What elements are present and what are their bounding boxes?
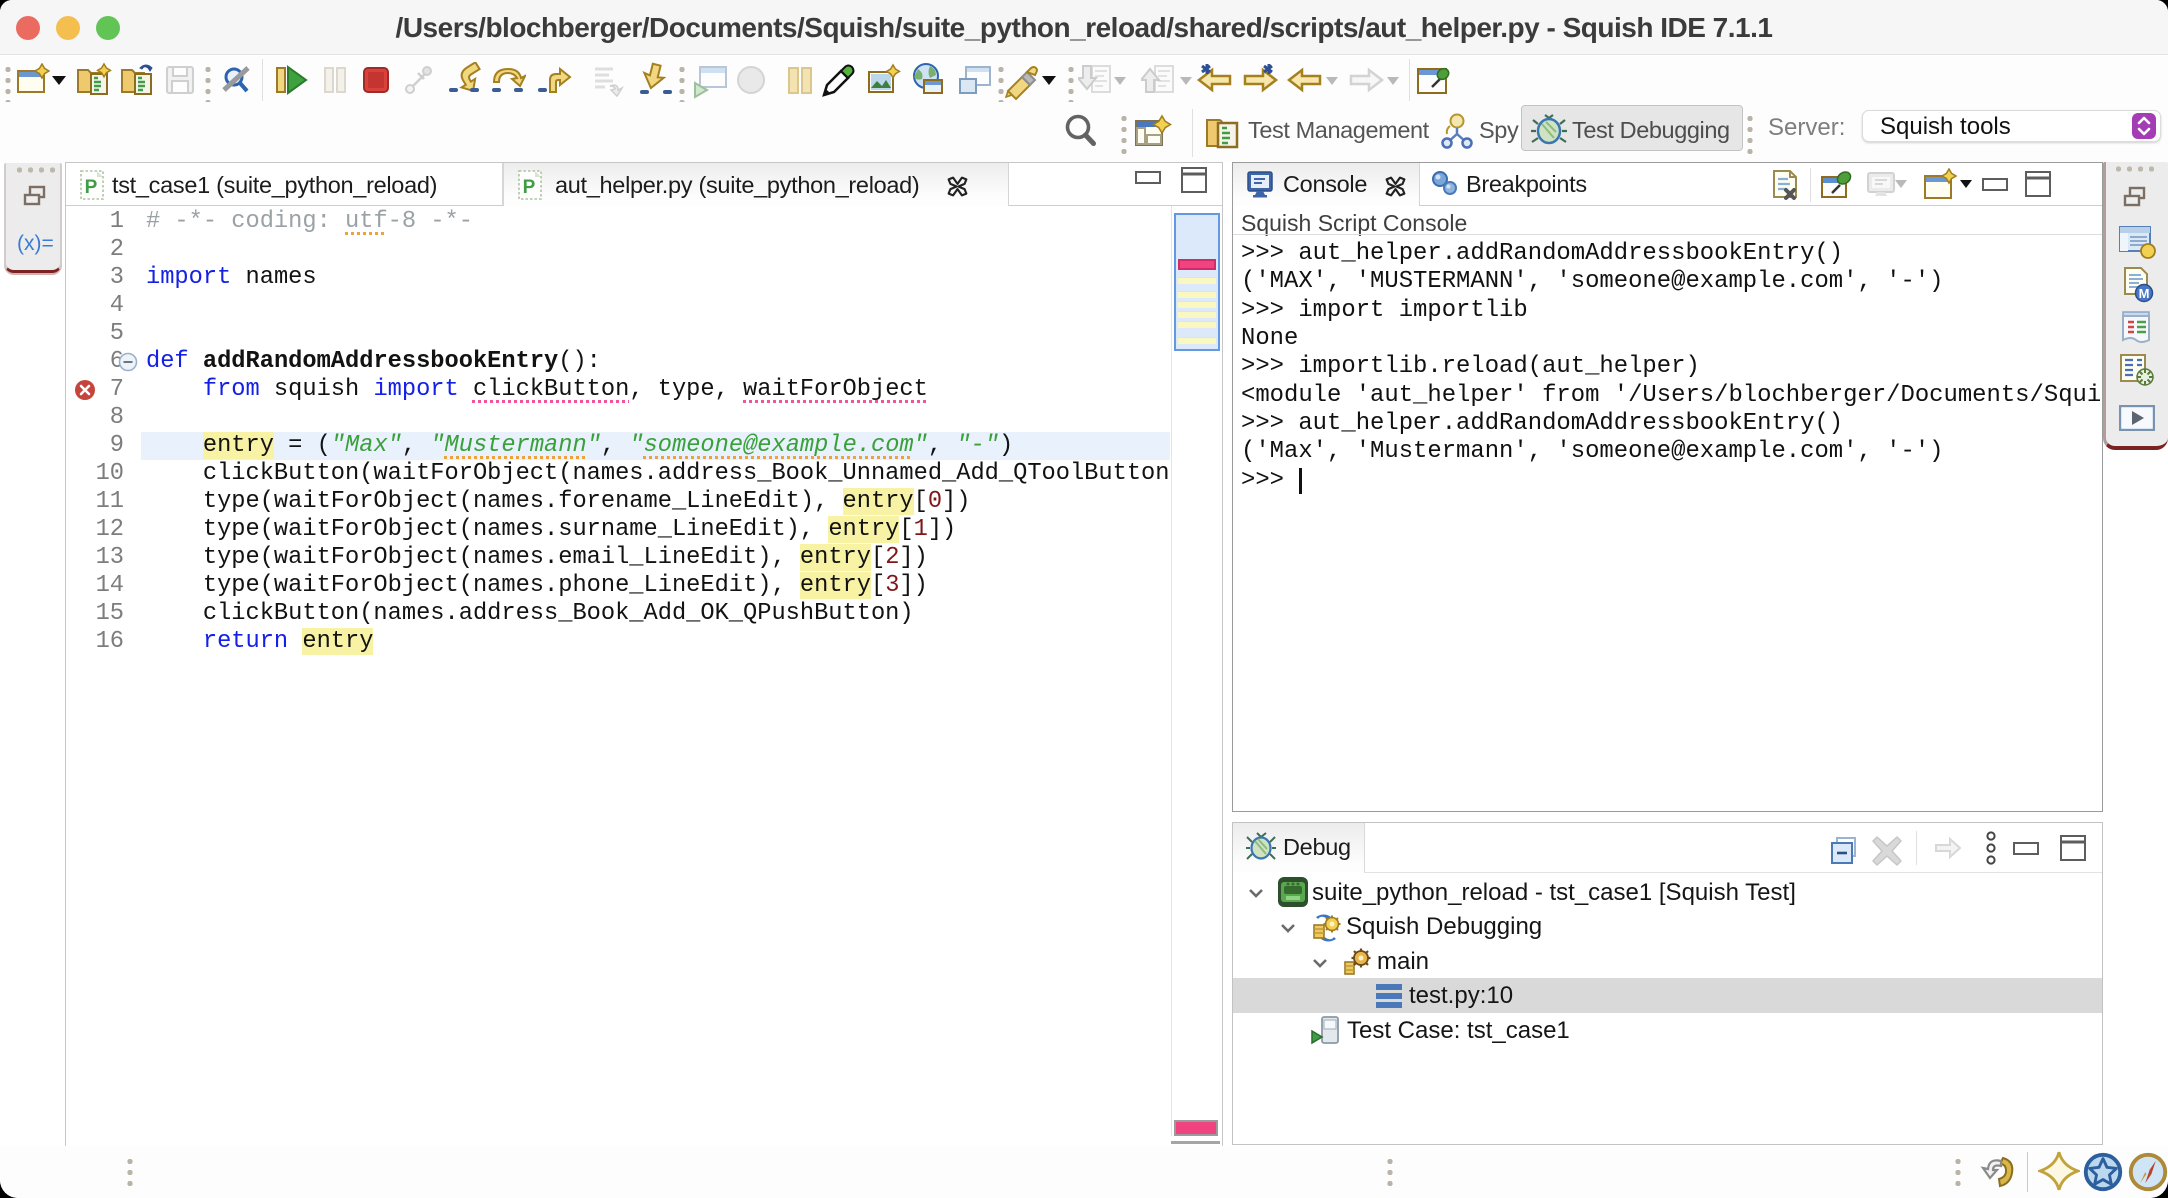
svg-text:M: M <box>2139 286 2150 301</box>
svg-text:P: P <box>85 177 98 198</box>
svg-text:P: P <box>523 177 536 198</box>
